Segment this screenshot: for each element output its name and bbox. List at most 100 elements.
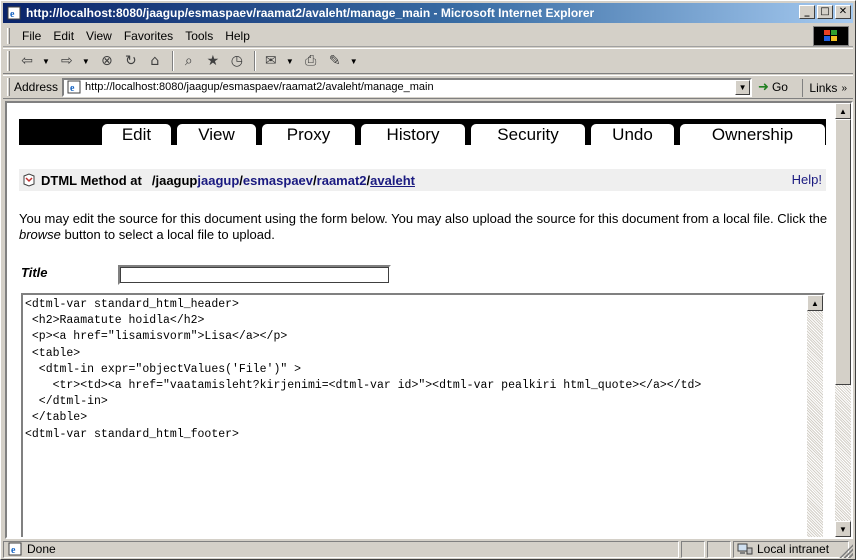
title-input[interactable]: [118, 265, 391, 285]
object-type-label: DTML Method at: [41, 172, 142, 188]
back-arrow-icon[interactable]: ⇦: [16, 50, 38, 72]
tab-edit[interactable]: Edit: [101, 123, 172, 145]
source-line: </table>: [25, 411, 88, 425]
print-icon[interactable]: ⎙: [300, 50, 322, 72]
source-textarea[interactable]: <dtml-var standard_html_header> <h2>Raam…: [21, 293, 825, 537]
history-icon[interactable]: ◷: [226, 50, 248, 72]
mail-dropdown-icon[interactable]: ▼: [286, 57, 294, 66]
menu-bar: File Edit View Favorites Tools Help: [3, 25, 853, 47]
browser-content: Edit View Proxy History Security Undo Ow…: [5, 101, 853, 539]
scroll-down-icon[interactable]: ▼: [835, 521, 851, 537]
instructions-browse-word: browse: [19, 227, 61, 242]
source-line: <dtml-var standard_html_header>: [25, 298, 239, 311]
tab-ownership[interactable]: Ownership: [679, 123, 826, 145]
minimize-button[interactable]: _: [799, 5, 815, 19]
intranet-icon: [737, 542, 753, 556]
status-panel: [707, 540, 731, 558]
zope-manage-page: Edit View Proxy History Security Undo Ow…: [7, 103, 835, 537]
menu-file[interactable]: File: [16, 27, 47, 45]
ie-page-icon: e: [7, 542, 23, 556]
status-main: e Done: [3, 540, 679, 558]
menu-help[interactable]: Help: [219, 27, 256, 45]
go-button[interactable]: ➜ Go: [758, 80, 788, 95]
zone-text: Local intranet: [757, 542, 830, 556]
go-arrow-icon: ➜: [758, 79, 769, 95]
svg-text:e: e: [70, 83, 75, 94]
maximize-button[interactable]: □: [817, 5, 833, 19]
help-link[interactable]: Help!: [792, 172, 822, 187]
address-url[interactable]: http://localhost:8080/jaagup/esmaspaev/r…: [85, 81, 434, 93]
search-icon[interactable]: ⌕: [178, 50, 200, 72]
mail-icon[interactable]: ✉: [260, 50, 282, 72]
back-dropdown-icon[interactable]: ▼: [42, 57, 50, 66]
chevron-right-icon: »: [841, 82, 847, 94]
status-panel: [681, 540, 705, 558]
source-line: <h2>Raamatute hoidla</h2>: [25, 314, 205, 328]
instructions-text-b: button to select a local file to upload.: [60, 227, 275, 242]
path-link-esmaspaev[interactable]: esmaspaev: [243, 173, 313, 188]
address-input[interactable]: e http://localhost:8080/jaagup/esmaspaev…: [62, 77, 753, 97]
title-label: Title: [21, 265, 48, 280]
path-link-raamat2[interactable]: raamat2: [317, 173, 367, 188]
object-path: /jaagupjaagup/jaagup/esmaspaev/raamat2/a…: [152, 173, 415, 188]
scroll-up-icon[interactable]: ▲: [807, 295, 823, 311]
path-link-avaleht[interactable]: avaleht: [370, 173, 415, 188]
source-line: <table>: [25, 346, 81, 360]
path-link-jaagup[interactable]: jaagup: [197, 173, 239, 188]
tab-undo[interactable]: Undo: [590, 123, 675, 145]
instructions-text-a: You may edit the source for this documen…: [19, 211, 828, 226]
scroll-thumb[interactable]: [835, 119, 851, 385]
dtml-method-icon: [21, 172, 37, 188]
source-line: </dtml-in>: [25, 395, 108, 409]
svg-text:e: e: [11, 545, 16, 556]
stop-icon[interactable]: ⊗: [96, 50, 118, 72]
status-text: Done: [27, 542, 56, 556]
source-line: <dtml-in expr="objectValues('File')" >: [25, 362, 302, 376]
address-bar: Address e http://localhost:8080/jaagup/e…: [3, 75, 853, 99]
refresh-icon[interactable]: ↻: [120, 50, 142, 72]
source-line: <dtml-var standard_html_footer>: [25, 427, 239, 441]
favorites-icon[interactable]: ★: [202, 50, 224, 72]
home-icon[interactable]: ⌂: [144, 50, 166, 72]
tab-proxy[interactable]: Proxy: [261, 123, 356, 145]
edit-icon[interactable]: ✎: [324, 50, 346, 72]
path-sep: /jaagup: [151, 172, 198, 188]
edit-dropdown-icon[interactable]: ▼: [350, 57, 358, 66]
svg-text:e: e: [10, 9, 15, 20]
tab-security[interactable]: Security: [470, 123, 586, 145]
address-dropdown-icon[interactable]: ▼: [735, 79, 751, 95]
resize-grip[interactable]: [839, 544, 853, 558]
toolbar-grip[interactable]: [7, 51, 10, 71]
menu-view[interactable]: View: [80, 27, 118, 45]
windows-logo-icon: [813, 26, 849, 46]
menu-edit[interactable]: Edit: [47, 27, 80, 45]
management-tabs: Edit View Proxy History Security Undo Ow…: [19, 119, 826, 145]
links-button[interactable]: Links »: [802, 79, 847, 97]
menubar-grip[interactable]: [7, 27, 10, 44]
title-bar[interactable]: e http://localhost:8080/jaagup/esmaspaev…: [3, 3, 853, 23]
source-text[interactable]: <dtml-var standard_html_header> <h2>Raam…: [23, 295, 809, 537]
addressbar-grip[interactable]: [7, 78, 10, 96]
breadcrumb: DTML Method at /jaagupjaagup/jaagup/esma…: [19, 169, 826, 191]
go-label: Go: [771, 80, 788, 94]
page-scrollbar[interactable]: ▲ ▼: [835, 103, 851, 537]
tab-view[interactable]: View: [176, 123, 257, 145]
menu-favorites[interactable]: Favorites: [118, 27, 179, 45]
toolbar-separator: [253, 51, 256, 71]
address-label: Address: [14, 80, 59, 94]
links-label: Links: [809, 81, 838, 95]
scroll-up-icon[interactable]: ▲: [835, 103, 851, 119]
ie-page-icon: e: [66, 80, 82, 94]
close-button[interactable]: ✕: [835, 5, 851, 19]
source-line: <tr><td><a href="vaatamisleht?kirjenimi=…: [25, 379, 702, 393]
forward-arrow-icon[interactable]: ⇨: [56, 50, 78, 72]
standard-toolbar: ⇦ ▼ ⇨ ▼ ⊗ ↻ ⌂ ⌕ ★ ◷ ✉ ▼ ⎙ ✎ ▼: [3, 48, 853, 74]
textarea-scrollbar[interactable]: ▲: [807, 295, 823, 537]
edit-instructions: You may edit the source for this documen…: [19, 211, 829, 243]
ie-window: e http://localhost:8080/jaagup/esmaspaev…: [0, 0, 856, 560]
source-line: <p><a href="lisamisvorm">Lisa</a></p>: [25, 330, 288, 344]
tab-history[interactable]: History: [360, 123, 466, 145]
menu-tools[interactable]: Tools: [179, 27, 219, 45]
ie-page-icon: e: [6, 5, 22, 21]
forward-dropdown-icon[interactable]: ▼: [82, 57, 90, 66]
